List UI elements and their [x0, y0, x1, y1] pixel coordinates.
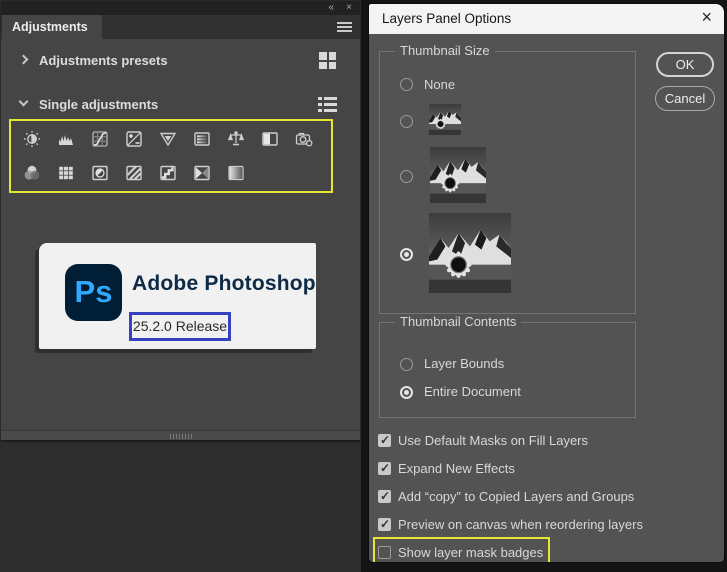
- curves-icon[interactable]: [90, 129, 110, 149]
- grid-view-icon[interactable]: [319, 52, 336, 69]
- panel-resize-grip[interactable]: [1, 430, 360, 442]
- medium-thumbnail-preview[interactable]: [430, 147, 486, 203]
- black-and-white-icon[interactable]: [260, 129, 280, 149]
- checkbox-preview-on-canvas[interactable]: [378, 517, 391, 531]
- selective-color-icon[interactable]: [226, 163, 246, 183]
- radio-thumbnail-medium[interactable]: [400, 170, 413, 183]
- hue-saturation-icon[interactable]: [192, 129, 212, 149]
- dialog-close-icon[interactable]: ×: [701, 7, 712, 28]
- color-balance-icon[interactable]: [226, 129, 246, 149]
- list-view-icon[interactable]: [318, 97, 337, 114]
- large-thumbnail-preview[interactable]: [429, 213, 511, 293]
- photoshop-version-card: Ps Adobe Photoshop 25.2.0 Release: [39, 243, 316, 349]
- photoshop-logo: Ps: [65, 264, 122, 321]
- version-badge-blue-highlight: 25.2.0 Release: [129, 312, 231, 341]
- threshold-icon[interactable]: [158, 163, 178, 183]
- tab-adjustments[interactable]: Adjustments: [2, 15, 102, 39]
- panel-tab-bar: Adjustments: [1, 15, 360, 39]
- radio-thumbnail-small[interactable]: [400, 115, 413, 128]
- yellow-highlight-show-layer-mask-badges: [373, 537, 550, 562]
- small-thumbnail-preview[interactable]: [429, 104, 461, 135]
- panel-menu-icon[interactable]: [337, 22, 352, 33]
- radio-layer-bounds-label[interactable]: Layer Bounds: [424, 356, 504, 371]
- photo-filter-icon[interactable]: [294, 129, 314, 149]
- radio-layer-bounds[interactable]: [400, 358, 413, 371]
- cancel-button[interactable]: Cancel: [655, 86, 715, 111]
- gradient-map-icon[interactable]: [192, 163, 212, 183]
- layers-panel-options-dialog: Layers Panel Options × Thumbnail Size No…: [368, 3, 725, 563]
- chevron-down-icon[interactable]: [18, 96, 29, 107]
- vibrance-icon[interactable]: [158, 129, 178, 149]
- checkbox-add-copy-label[interactable]: Add “copy” to Copied Layers and Groups: [398, 489, 634, 504]
- channel-mixer-icon[interactable]: [22, 163, 42, 183]
- radio-thumbnail-none[interactable]: [400, 78, 413, 91]
- invert-icon[interactable]: [90, 163, 110, 183]
- checkbox-expand-new-effects[interactable]: [378, 461, 391, 475]
- checkbox-preview-on-canvas-label[interactable]: Preview on canvas when reordering layers: [398, 517, 643, 532]
- section-adjustments-presets[interactable]: Adjustments presets: [39, 53, 168, 68]
- app-name: Adobe Photoshop: [132, 272, 316, 295]
- radio-entire-document-label[interactable]: Entire Document: [424, 384, 521, 399]
- brightness-contrast-icon[interactable]: [22, 129, 42, 149]
- posterize-icon[interactable]: [124, 163, 144, 183]
- dialog-title: Layers Panel Options: [382, 11, 512, 26]
- chevron-right-icon[interactable]: [18, 54, 29, 65]
- color-lookup-icon[interactable]: [56, 163, 76, 183]
- radio-entire-document[interactable]: [400, 386, 413, 399]
- panel-top-strip: « ×: [1, 1, 360, 15]
- screenshot: « × Adjustments Adjustments presets Sing…: [0, 0, 727, 572]
- dialog-backdrop: Layers Panel Options × Thumbnail Size No…: [361, 0, 727, 572]
- checkbox-add-copy[interactable]: [378, 489, 391, 503]
- thumbnail-contents-legend: Thumbnail Contents: [395, 314, 522, 329]
- ok-button[interactable]: OK: [656, 52, 714, 77]
- adjustments-panel: « × Adjustments Adjustments presets Sing…: [0, 0, 361, 443]
- radio-thumbnail-large[interactable]: [400, 248, 413, 261]
- thumbnail-contents-group: Thumbnail Contents: [379, 314, 636, 418]
- levels-icon[interactable]: [56, 129, 76, 149]
- radio-thumbnail-none-label[interactable]: None: [424, 77, 455, 92]
- close-panel-icon[interactable]: ×: [346, 1, 352, 15]
- checkbox-use-default-masks[interactable]: [378, 433, 391, 447]
- checkbox-expand-new-effects-label[interactable]: Expand New Effects: [398, 461, 515, 476]
- dialog-title-bar[interactable]: Layers Panel Options ×: [369, 4, 724, 34]
- exposure-icon[interactable]: [124, 129, 144, 149]
- section-single-adjustments[interactable]: Single adjustments: [39, 97, 158, 112]
- thumbnail-size-legend: Thumbnail Size: [395, 43, 495, 58]
- grip-ticks-icon: [169, 434, 192, 439]
- checkbox-use-default-masks-label[interactable]: Use Default Masks on Fill Layers: [398, 433, 588, 448]
- collapse-panel-icon[interactable]: «: [328, 1, 334, 15]
